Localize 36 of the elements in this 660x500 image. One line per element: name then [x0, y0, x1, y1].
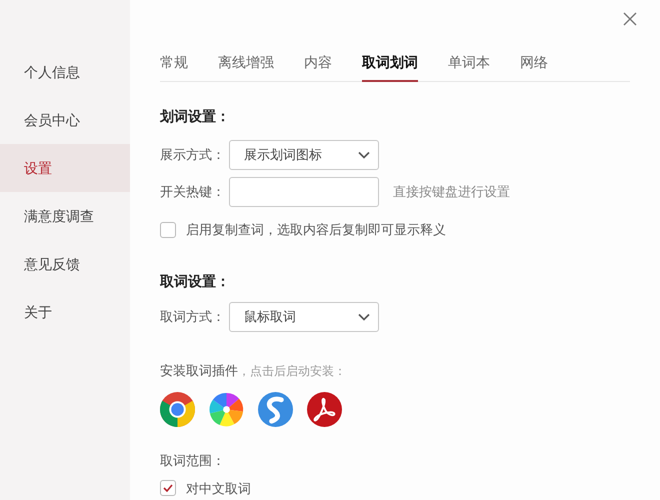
pinwheel-icon[interactable]: [209, 392, 244, 427]
ring-logo-icon[interactable]: [160, 392, 195, 427]
field-label: 开关热键：: [160, 183, 226, 202]
hotkey-field[interactable]: [229, 177, 379, 207]
sidebar-item[interactable]: 关于: [0, 288, 130, 336]
tab[interactable]: 单词本: [448, 52, 490, 82]
chevron-down-icon: [358, 312, 370, 320]
chevron-down-icon: [358, 151, 370, 159]
swirl-logo-icon[interactable]: [258, 392, 293, 427]
checkbox[interactable]: [160, 480, 176, 496]
dropdown[interactable]: 鼠标取词: [229, 302, 379, 332]
tab[interactable]: 离线增强: [218, 52, 274, 82]
sidebar-item[interactable]: 设置: [0, 144, 130, 192]
checkbox-label: 对中文取词: [186, 480, 251, 498]
field-label: 展示方式：: [160, 146, 226, 164]
check-icon: [163, 484, 173, 492]
section-title: 划词设置：: [160, 107, 231, 126]
plugins-label: 安装取词插件: [160, 362, 238, 380]
sidebar-item[interactable]: 满意度调查: [0, 192, 130, 240]
sidebar-item[interactable]: 意见反馈: [0, 240, 130, 288]
tab[interactable]: 常规: [160, 52, 188, 82]
sidebar-item[interactable]: 会员中心: [0, 96, 130, 144]
document-logo-icon[interactable]: [307, 392, 342, 427]
section-title: 取词设置：: [160, 272, 231, 290]
tab[interactable]: 网络: [520, 52, 548, 82]
checkbox-label: 启用复制查词，选取内容后复制即可显示释义: [186, 221, 446, 239]
hint-text: 直接按键盘进行设置: [393, 183, 510, 202]
sidebar-item[interactable]: 个人信息: [0, 48, 130, 96]
checkbox[interactable]: [160, 222, 176, 238]
plugins-hint: ，点击后启动安装：: [238, 362, 346, 380]
dropdown[interactable]: 展示划词图标: [229, 140, 379, 170]
field-label: 取词范围：: [160, 452, 226, 470]
tab[interactable]: 内容: [304, 52, 332, 82]
close-icon[interactable]: [622, 11, 638, 27]
field-label: 取词方式：: [160, 308, 226, 326]
tab[interactable]: 取词划词: [362, 52, 418, 82]
